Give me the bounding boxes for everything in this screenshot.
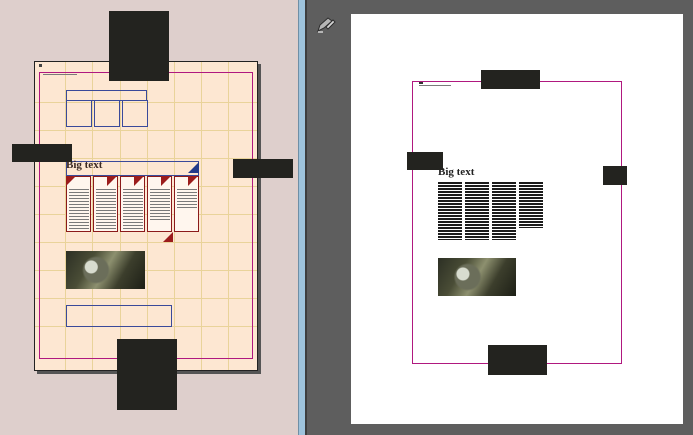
redaction-block xyxy=(603,166,627,185)
text-lines xyxy=(96,189,116,229)
thread-port xyxy=(161,176,171,186)
redaction-block xyxy=(488,345,547,375)
preview-text-column xyxy=(465,182,489,240)
thread-port xyxy=(107,176,117,186)
redaction-block xyxy=(407,152,443,170)
text-lines xyxy=(150,189,170,221)
text-lines xyxy=(123,189,143,229)
image-frame[interactable] xyxy=(94,100,120,127)
preview-text-column xyxy=(492,182,516,240)
pane-splitter[interactable] xyxy=(298,0,306,435)
thread-out-port xyxy=(163,232,173,242)
text-lines xyxy=(177,189,197,209)
page-marker xyxy=(39,64,42,67)
redaction-block xyxy=(12,144,72,162)
empty-text-frame[interactable] xyxy=(66,305,172,327)
frame-overflow-marker xyxy=(188,162,199,173)
redaction-block xyxy=(117,339,177,410)
redaction-block xyxy=(109,11,169,81)
pencil-icon[interactable] xyxy=(315,15,337,35)
preview-headline: Big text xyxy=(438,166,475,178)
photo-frame[interactable] xyxy=(66,251,145,289)
thread-port xyxy=(134,176,144,186)
preview-text-column xyxy=(438,182,462,240)
redaction-block xyxy=(481,70,540,89)
image-frame[interactable] xyxy=(66,100,92,127)
thread-port xyxy=(188,176,198,186)
preview-header-text xyxy=(419,85,451,87)
preview-page-marker xyxy=(419,82,423,84)
image-frame[interactable] xyxy=(122,100,148,127)
layout-pane[interactable]: Big text xyxy=(0,0,298,435)
thread-in-port xyxy=(66,176,76,186)
redaction-block xyxy=(233,159,293,178)
preview-text-column xyxy=(519,182,543,228)
text-lines xyxy=(69,189,89,229)
preview-photo xyxy=(438,258,516,296)
